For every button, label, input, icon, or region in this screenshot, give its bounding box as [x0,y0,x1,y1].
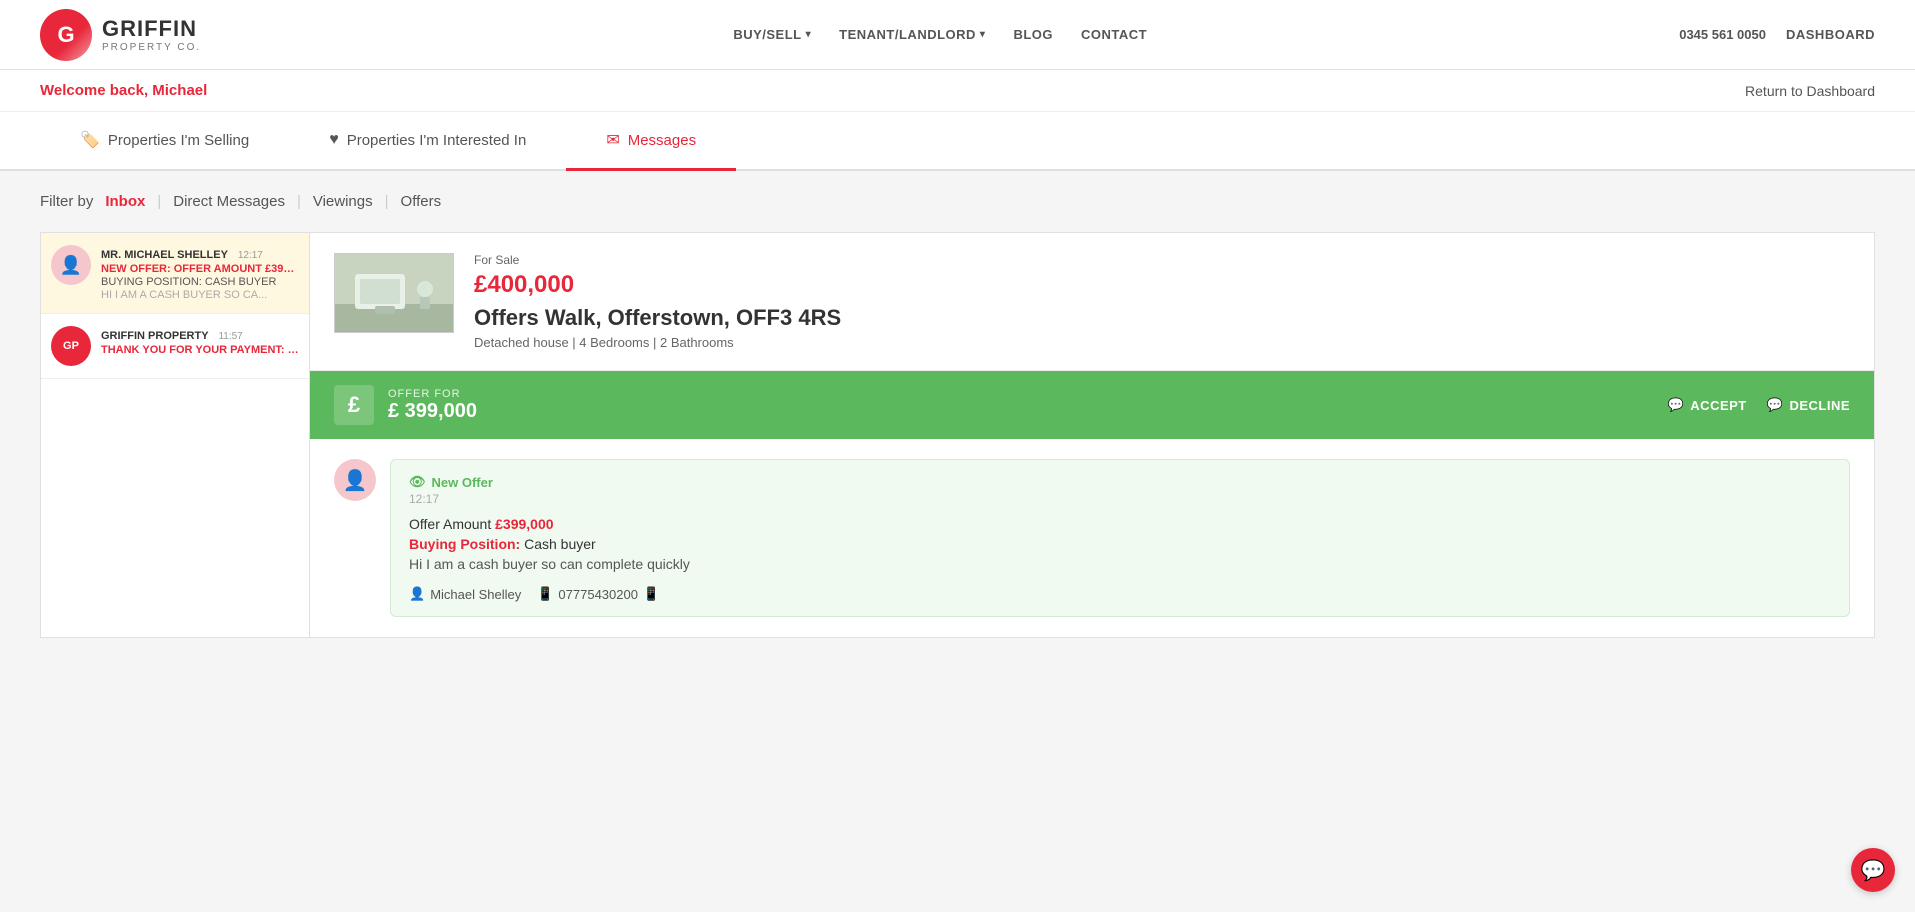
offer-amount: £ 399,000 [388,400,477,423]
filter-direct-messages[interactable]: Direct Messages [173,193,285,210]
logo-sub: PROPERTY Co. [102,42,201,53]
filter-viewings[interactable]: Viewings [313,193,373,210]
welcome-bar: Welcome back, Michael Return to Dashboar… [0,70,1915,112]
main-nav: BUY/SELL ▾ TENANT/LANDLORD ▾ BLOG CONTAC… [733,27,1147,42]
eye-icon: 👁 [409,474,426,490]
bubble-offer-amount: Offer Amount £399,000 [409,516,1831,532]
offer-left: £ OFFER FOR £ 399,000 [334,385,477,425]
offer-actions: 💬 ACCEPT 💬 DECLINE [1668,397,1850,413]
chat-widget[interactable]: 💬 [1851,848,1895,892]
bubble-row: 👤 👁 New Offer 12:17 Offer Amount £399,00… [334,459,1850,617]
tab-properties-interested[interactable]: ♥ Properties I'm Interested In [289,112,566,171]
message-body: GRIFFIN PROPERTY 11:57 THANK YOU FOR YOU… [101,326,299,356]
return-to-dashboard-link[interactable]: Return to Dashboard [1745,83,1875,99]
avatar: 👤 [51,245,91,285]
contact-name: 👤 Michael Shelley [409,586,521,602]
nav-buysell[interactable]: BUY/SELL ▾ [733,27,811,42]
tab-messages[interactable]: ✉ Messages [566,112,736,171]
logo-name: GRIFFIN [102,16,201,42]
message-list[interactable]: 👤 MR. MICHAEL SHELLEY 12:17 NEW OFFER: O… [40,232,310,638]
nav-contact[interactable]: CONTACT [1081,27,1147,42]
message-sender: GRIFFIN PROPERTY [101,330,209,342]
bubble-message-text: Hi I am a cash buyer so can complete qui… [409,556,1831,572]
property-info: For Sale £400,000 Offers Walk, Offerstow… [474,253,841,350]
separator: | [297,193,301,210]
person-icon: 👤 [409,586,425,602]
list-item[interactable]: GP GRIFFIN PROPERTY 11:57 THANK YOU FOR … [41,314,309,379]
envelope-icon: ✉ [606,130,619,150]
chat-icon: 💬 [1861,858,1886,883]
main-content: 👤 MR. MICHAEL SHELLEY 12:17 NEW OFFER: O… [0,232,1915,678]
header: G GRIFFIN PROPERTY Co. BUY/SELL ▾ TENANT… [0,0,1915,70]
property-specs: Detached house | 4 Bedrooms | 2 Bathroom… [474,335,841,350]
message-preview-sub: BUYING POSITION: CASH BUYER [101,276,299,288]
accept-icon: 💬 [1668,397,1685,413]
chevron-down-icon: ▾ [806,29,812,40]
phone-icon-2: 📱 [643,586,659,602]
phone-number: 0345 561 0050 [1679,27,1766,42]
message-time: 11:57 [218,331,242,342]
bubble-contact: 👤 Michael Shelley 📱 07775430200 📱 [409,586,1831,602]
offer-for-label: OFFER FOR [388,388,477,400]
message-body: MR. MICHAEL SHELLEY 12:17 NEW OFFER: OFF… [101,245,299,301]
tag-icon: 🏷️ [80,130,100,150]
message-preview-label: THANK YOU FOR YOUR PAYMENT: THANK YOU FO [101,344,299,356]
offer-details: OFFER FOR £ 399,000 [388,388,477,423]
property-image-inner [335,254,453,332]
property-image [334,253,454,333]
for-sale-label: For Sale [474,253,841,267]
filter-inbox[interactable]: Inbox [105,193,145,210]
message-content-preview: HI I AM A CASH BUYER SO CA... [101,289,299,301]
filter-label: Filter by [40,193,93,210]
property-price: £400,000 [474,271,841,299]
logo-icon: G [40,9,92,61]
decline-button[interactable]: 💬 DECLINE [1767,397,1850,413]
heart-icon: ♥ [329,131,339,149]
bubble-content: 👁 New Offer 12:17 Offer Amount £399,000 … [390,459,1850,617]
tabs-bar: 🏷️ Properties I'm Selling ♥ Properties I… [0,112,1915,171]
separator: | [157,193,161,210]
message-time: 12:17 [238,250,263,261]
avatar: GP [51,326,91,366]
welcome-text: Welcome back, Michael [40,82,207,99]
filter-bar: Filter by Inbox | Direct Messages | View… [0,171,1915,232]
message-preview-label: NEW OFFER: OFFER AMOUNT £399,000 [101,263,299,275]
bubble-buying-position: Buying Position: Cash buyer [409,536,1831,552]
phone-icon: 📱 [537,586,553,602]
property-detail: For Sale £400,000 Offers Walk, Offerstow… [310,232,1875,638]
dashboard-button[interactable]: DASHBOARD [1786,27,1875,42]
nav-tenantlandlord[interactable]: TENANT/LANDLORD ▾ [839,27,985,42]
nav-blog[interactable]: BLOG [1013,27,1053,42]
separator: | [385,193,389,210]
accept-button[interactable]: 💬 ACCEPT [1668,397,1747,413]
offer-banner: £ OFFER FOR £ 399,000 💬 ACCEPT 💬 DECLINE [310,371,1874,439]
logo-area: G GRIFFIN PROPERTY Co. [40,9,201,61]
bubble-avatar: 👤 [334,459,376,501]
message-sender: MR. MICHAEL SHELLEY [101,249,228,261]
contact-phone: 📱 07775430200 📱 [537,586,659,602]
header-right: 0345 561 0050 DASHBOARD [1679,27,1875,42]
bubble-time: 12:17 [409,492,1831,506]
chevron-down-icon: ▾ [980,29,986,40]
logo-text-block: GRIFFIN PROPERTY Co. [102,16,201,53]
new-offer-badge: 👁 New Offer [409,474,1831,490]
decline-icon: 💬 [1767,397,1784,413]
list-item[interactable]: 👤 MR. MICHAEL SHELLEY 12:17 NEW OFFER: O… [41,233,309,314]
filter-offers[interactable]: Offers [401,193,442,210]
pound-icon: £ [334,385,374,425]
tab-properties-selling[interactable]: 🏷️ Properties I'm Selling [40,112,289,171]
message-bubble-area: 👤 👁 New Offer 12:17 Offer Amount £399,00… [310,439,1874,637]
property-header: For Sale £400,000 Offers Walk, Offerstow… [310,233,1874,371]
property-title: Offers Walk, Offerstown, OFF3 4RS [474,305,841,331]
